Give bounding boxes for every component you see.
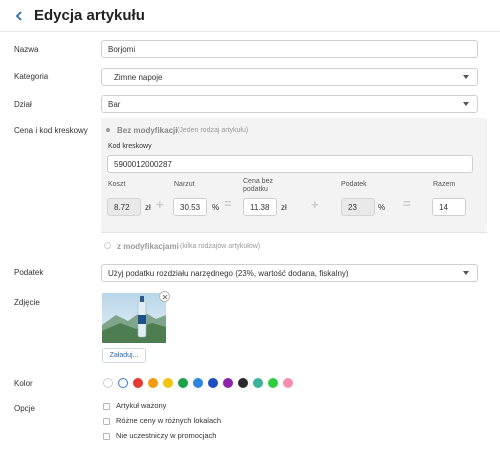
color-swatch[interactable] <box>238 378 248 388</box>
total-value: 14 <box>439 202 448 212</box>
checkbox-icon[interactable] <box>103 432 110 440</box>
color-swatch[interactable] <box>283 378 293 388</box>
photo-label: Zdjęcie <box>14 298 40 307</box>
department-value: Bar <box>108 99 121 109</box>
markup-input[interactable]: 30.53 <box>173 198 207 216</box>
upload-button[interactable]: Załaduj... <box>102 348 146 363</box>
color-swatch[interactable] <box>208 378 218 388</box>
color-swatch[interactable] <box>178 378 188 388</box>
total-label: Razem <box>433 181 456 188</box>
color-label: Kolor <box>14 379 33 388</box>
name-value: Borjomi <box>108 44 136 54</box>
tax-field-label: Podatek <box>341 181 367 188</box>
name-label: Nazwa <box>14 45 39 54</box>
back-arrow-icon[interactable] <box>12 9 26 23</box>
cost-label: Koszt <box>108 181 126 188</box>
barcode-value: 5900012000287 <box>114 159 172 169</box>
net-price-label-1: Cena bez <box>243 178 273 185</box>
name-input[interactable]: Borjomi <box>101 40 478 58</box>
tax-percent-unit: % <box>378 203 386 212</box>
color-swatch[interactable] <box>193 378 203 388</box>
markup-value: 30.53 <box>180 202 201 212</box>
with-mod-hint: (kilka rodzajów artykułów) <box>180 243 261 250</box>
color-swatch[interactable] <box>253 378 263 388</box>
color-swatch[interactable] <box>133 378 143 388</box>
equals-operator-2: = <box>403 196 411 211</box>
markup-unit: % <box>212 203 220 212</box>
net-price-unit: zł <box>281 203 287 212</box>
remove-photo-close-icon[interactable] <box>159 291 170 302</box>
department-label: Dział <box>14 100 32 109</box>
chevron-down-icon <box>463 271 469 275</box>
equals-operator-1: = <box>224 196 232 211</box>
tax-percent-value: 23 <box>348 202 357 212</box>
no-mod-label[interactable]: Bez modyfikacji <box>117 126 177 135</box>
category-value: Zimne napoje <box>114 72 163 82</box>
price-barcode-label: Cena i kod kreskowy <box>14 126 88 135</box>
net-price-input[interactable]: 11.38 <box>243 198 277 216</box>
color-swatch[interactable] <box>148 378 158 388</box>
option-weighed[interactable]: Artykuł ważony <box>103 401 166 410</box>
option-different-prices[interactable]: Różne ceny w różnych lokalach <box>103 416 221 425</box>
chevron-down-icon <box>463 102 469 106</box>
tax-label: Podatek <box>14 268 44 277</box>
color-swatch[interactable] <box>223 378 233 388</box>
price-panel <box>101 118 487 232</box>
barcode-input[interactable]: 5900012000287 <box>107 155 473 173</box>
net-price-value: 11.38 <box>250 202 270 212</box>
color-swatch[interactable] <box>103 378 113 388</box>
no-mod-radio-icon[interactable] <box>106 128 110 132</box>
category-label: Kategoria <box>14 72 49 81</box>
chevron-down-icon <box>463 75 469 79</box>
barcode-label: Kod kreskowy <box>108 143 152 150</box>
plus-operator-2: + <box>311 197 319 212</box>
tax-select[interactable]: Użyj podatku rozdziału narzędnego (23%, … <box>101 264 478 282</box>
net-price-label-2: podatku <box>243 186 268 193</box>
page-title: Edycja artykułu <box>34 7 145 24</box>
tax-value: Użyj podatku rozdziału narzędnego (23%, … <box>108 268 349 278</box>
checkbox-icon[interactable] <box>103 402 110 410</box>
panel-divider <box>101 232 487 233</box>
cost-value: 8.72 <box>114 202 130 212</box>
color-swatch[interactable] <box>163 378 173 388</box>
cost-input[interactable]: 8.72 <box>107 198 141 216</box>
with-mod-radio-icon[interactable] <box>104 242 111 249</box>
page-header: Edycja artykułu <box>0 0 500 32</box>
total-input[interactable]: 14 <box>432 198 466 216</box>
department-select[interactable]: Bar <box>101 95 478 113</box>
category-select[interactable]: Zimne napoje <box>101 68 478 86</box>
plus-operator-1: + <box>156 197 164 212</box>
tax-percent-input[interactable]: 23 <box>341 198 375 216</box>
product-photo <box>102 293 166 343</box>
markup-label: Narzut <box>174 181 195 188</box>
color-swatch[interactable] <box>268 378 278 388</box>
options-label: Opcje <box>14 404 35 413</box>
with-mod-label[interactable]: z modyfikacjami <box>117 242 179 251</box>
option-no-promotions[interactable]: Nie uczestniczy w promocjach <box>103 431 216 440</box>
cost-unit: zł <box>145 203 151 212</box>
no-mod-hint: (Jeden rodzaj artykułu) <box>177 127 249 134</box>
checkbox-icon[interactable] <box>103 417 110 425</box>
color-swatch[interactable] <box>118 378 128 388</box>
